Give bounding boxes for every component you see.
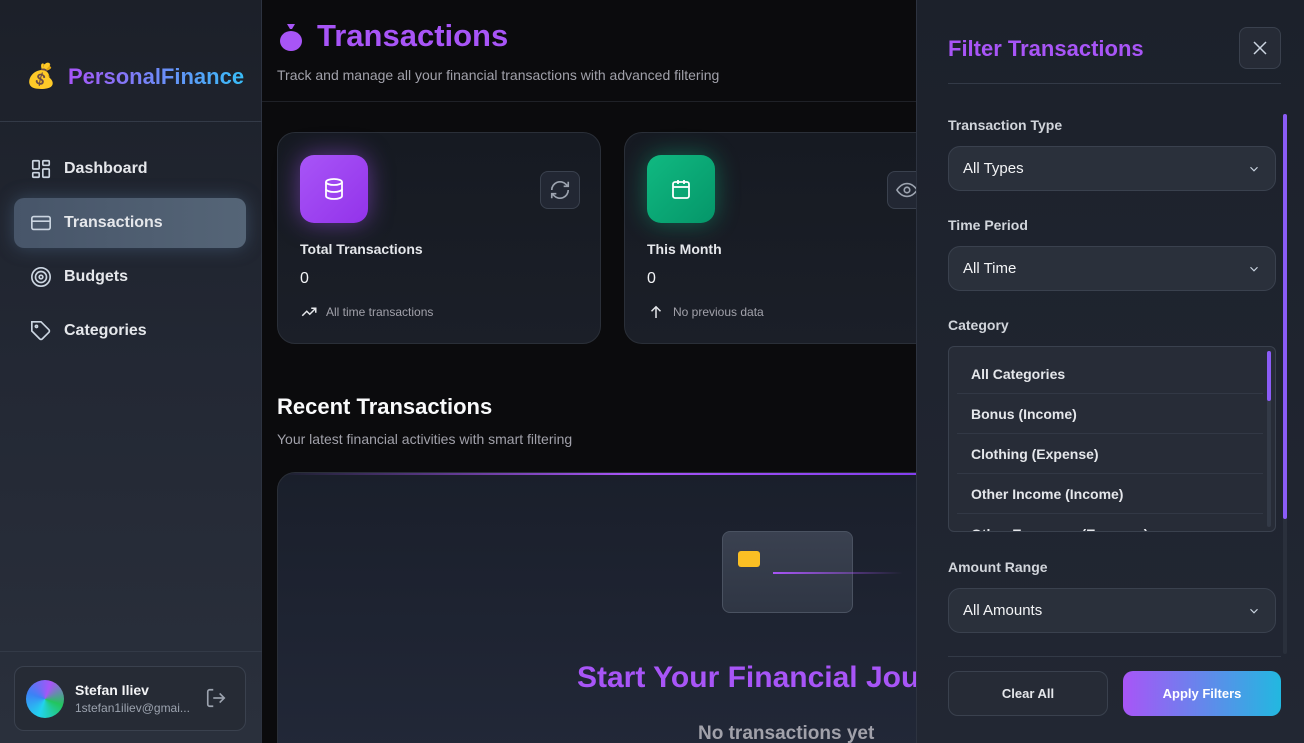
page-subtitle: Track and manage all your financial tran… [277, 67, 720, 83]
select-value: All Time [963, 260, 1017, 277]
card-chip [738, 551, 760, 567]
stat-footer: All time transactions [300, 303, 433, 321]
category-option[interactable]: All Categories [957, 354, 1263, 394]
page-title: Transactions [317, 18, 509, 53]
apply-filters-button[interactable]: Apply Filters [1123, 671, 1281, 716]
transaction-type-label: Transaction Type [948, 117, 1063, 133]
tag-icon [31, 321, 51, 341]
category-option[interactable]: Bonus (Income) [957, 394, 1263, 434]
close-button[interactable] [1239, 27, 1281, 69]
sidebar-item-label: Categories [64, 322, 147, 339]
money-bag-icon [280, 24, 302, 51]
stat-value: 0 [300, 270, 309, 287]
divider [948, 83, 1281, 84]
sidebar-item-label: Dashboard [64, 160, 148, 177]
stat-label: This Month [647, 241, 722, 257]
sidebar: 💰 PersonalFinance Dashboard Transactions… [0, 0, 262, 743]
sidebar-item-label: Transactions [64, 214, 163, 231]
sidebar-item-label: Budgets [64, 268, 128, 285]
chevron-down-icon [1247, 604, 1261, 622]
time-period-select[interactable]: All Time [948, 246, 1276, 291]
logout-button[interactable] [205, 687, 227, 714]
logout-icon [206, 688, 226, 708]
time-period-label: Time Period [948, 217, 1028, 233]
brand[interactable]: 💰 PersonalFinance [26, 62, 244, 91]
page-header: Transactions Track and manage all your f… [277, 18, 719, 83]
empty-state-panel: Start Your Financial Jou No transactions… [277, 472, 977, 743]
select-value: All Amounts [963, 602, 1043, 619]
category-option[interactable]: Other Income (Income) [957, 474, 1263, 514]
money-bag-icon: 💰 [26, 63, 56, 90]
divider [0, 651, 262, 652]
sidebar-item-transactions[interactable]: Transactions [14, 198, 246, 248]
dashboard-icon [31, 159, 51, 179]
stat-label: Total Transactions [300, 241, 423, 257]
credit-card-illustration [722, 531, 903, 613]
user-name: Stefan Iliev [75, 682, 149, 698]
refresh-button[interactable] [540, 171, 580, 209]
close-icon [1253, 41, 1267, 55]
divider [0, 121, 262, 122]
empty-state-title: Start Your Financial Jou [577, 661, 920, 694]
stat-value: 0 [647, 270, 656, 287]
category-option[interactable]: Other Expenses (Expense) [957, 514, 1263, 532]
amount-range-select[interactable]: All Amounts [948, 588, 1276, 633]
section-title: Recent Transactions [277, 394, 493, 419]
category-label: Category [948, 317, 1009, 333]
stat-card-month: This Month 0 No previous data [624, 132, 948, 344]
divider [948, 656, 1281, 657]
avatar[interactable] [26, 679, 64, 718]
chevron-down-icon [1247, 162, 1261, 180]
empty-state-subtitle: No transactions yet [698, 723, 875, 743]
user-email: 1stefan1iliev@gmai... [75, 701, 190, 715]
category-option[interactable]: Clothing (Expense) [957, 434, 1263, 474]
user-card: Stefan Iliev 1stefan1iliev@gmai... [14, 666, 246, 731]
listbox-scrollbar-thumb[interactable] [1267, 351, 1271, 401]
card-icon [31, 215, 51, 231]
trending-up-icon [301, 307, 317, 317]
target-icon [31, 267, 51, 287]
amount-range-label: Amount Range [948, 559, 1048, 575]
section-subtitle: Your latest financial activities with sm… [277, 431, 573, 447]
refresh-icon [550, 180, 570, 200]
calendar-icon [647, 155, 715, 223]
panel-scrollbar-thumb[interactable] [1283, 114, 1287, 519]
stat-footer-text: All time transactions [326, 305, 434, 319]
stat-footer-text: No previous data [673, 305, 764, 319]
select-value: All Types [963, 160, 1024, 177]
clear-all-button[interactable]: Clear All [948, 671, 1108, 716]
filter-panel: Filter Transactions Transaction Type All… [916, 0, 1304, 743]
sidebar-nav: Dashboard Transactions Budgets Categorie… [14, 144, 246, 360]
transaction-type-select[interactable]: All Types [948, 146, 1276, 191]
filter-panel-title: Filter Transactions [948, 36, 1144, 61]
brand-name: PersonalFinance [68, 63, 245, 89]
database-icon [300, 155, 368, 223]
sidebar-item-categories[interactable]: Categories [14, 306, 246, 356]
category-listbox[interactable]: All Categories Bonus (Income) Clothing (… [948, 346, 1276, 532]
sidebar-item-budgets[interactable]: Budgets [14, 252, 246, 302]
stat-card-total: Total Transactions 0 All time transactio… [277, 132, 601, 344]
chevron-down-icon [1247, 262, 1261, 280]
eye-icon [896, 182, 918, 198]
card-stripe [773, 572, 903, 574]
arrow-up-icon [650, 305, 662, 318]
sidebar-item-dashboard[interactable]: Dashboard [14, 144, 246, 194]
stat-footer: No previous data [647, 303, 764, 321]
